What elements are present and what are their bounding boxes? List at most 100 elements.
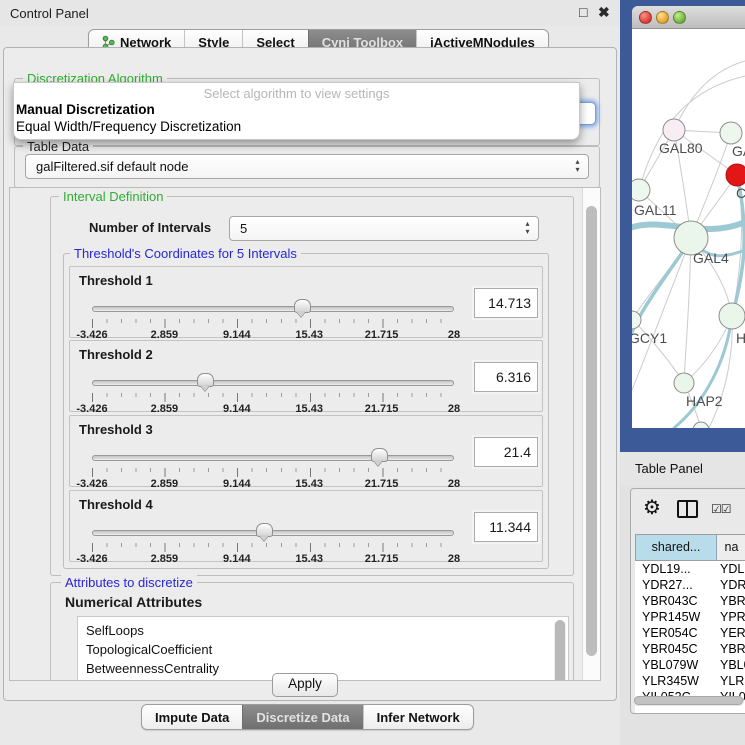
table-panel-body: ⚙ ☑☑ shared... na YDL19...YDL1 YDR27...Y… bbox=[630, 488, 745, 714]
popup-option-equal-width-frequency[interactable]: Equal Width/Frequency Discretization bbox=[16, 119, 241, 134]
table-row[interactable]: YDL19...YDL1 bbox=[635, 561, 745, 577]
table-row[interactable]: YLR345WYLR3 bbox=[635, 673, 745, 689]
number-of-intervals-value: 5 bbox=[240, 221, 247, 236]
minimize-traffic-light[interactable] bbox=[656, 11, 669, 24]
spinner-icon: ▴▾ bbox=[573, 158, 582, 174]
table-row[interactable]: YDR27...YDR2 bbox=[635, 577, 745, 593]
tick-label: 15.43 bbox=[295, 553, 323, 565]
threshold-3-value-field[interactable]: 21.4 bbox=[474, 437, 538, 467]
node-right-top[interactable] bbox=[720, 122, 742, 144]
settings-scrollbar-thumb[interactable] bbox=[586, 206, 597, 656]
panel-title: Control Panel bbox=[10, 6, 89, 21]
node-label-hap2: HAP2 bbox=[686, 393, 723, 409]
tick-label: 2.859 bbox=[151, 553, 179, 565]
apply-button[interactable]: Apply bbox=[272, 673, 338, 697]
cyni-toolbox-panel: Discretization Algorithm Select algorith… bbox=[3, 47, 617, 701]
threshold-1-value-field[interactable]: 14.713 bbox=[474, 288, 538, 318]
table-data-combobox[interactable]: galFiltered.sif default node ▴▾ bbox=[25, 154, 589, 179]
cell: YDR2 bbox=[715, 577, 745, 593]
number-of-intervals-label: Number of Intervals bbox=[89, 220, 211, 235]
checkbox-pair-icon[interactable]: ☑☑ bbox=[711, 502, 731, 516]
table-header-row: shared... na bbox=[635, 534, 745, 561]
table-row[interactable]: YBR043CYBR0 bbox=[635, 593, 745, 609]
tick-label: 21.715 bbox=[365, 553, 399, 565]
table-panel-header: Table Panel bbox=[620, 452, 745, 486]
float-window-icon[interactable]: □ bbox=[579, 4, 587, 20]
slider-thumb[interactable] bbox=[371, 448, 388, 462]
cell: YPR145W bbox=[635, 609, 715, 625]
cell: YDR27... bbox=[635, 577, 715, 593]
slider-track[interactable] bbox=[92, 380, 454, 386]
tick-label: 15.43 bbox=[295, 478, 323, 490]
close-traffic-light[interactable] bbox=[639, 11, 652, 24]
tick-label: 28 bbox=[448, 478, 460, 490]
cell: YPR1 bbox=[715, 609, 745, 625]
right-region: GAL80 GA C GAL11 GAL4 GCY1 H HAP2 Table … bbox=[620, 0, 745, 745]
table-row[interactable]: YBL079WYBL0 bbox=[635, 657, 745, 673]
threshold-2-value-field[interactable]: 6.316 bbox=[474, 362, 538, 392]
number-of-intervals-combobox[interactable]: 5 ▴▾ bbox=[229, 216, 539, 241]
table-horizontal-scrollbar-thumb[interactable] bbox=[634, 696, 743, 705]
threshold-3-slider: -3.426 2.859 9.144 15.43 21.715 28 bbox=[92, 447, 454, 485]
node-red-selected[interactable] bbox=[726, 164, 745, 186]
node-bottom-partial[interactable] bbox=[693, 422, 709, 428]
interval-definition-group: Interval Definition Number of Intervals … bbox=[50, 196, 574, 576]
tick-label: 9.144 bbox=[223, 403, 251, 415]
node-gal11[interactable] bbox=[632, 179, 650, 201]
table-row[interactable]: YER054CYER0 bbox=[635, 625, 745, 641]
network-window: GAL80 GA C GAL11 GAL4 GCY1 H HAP2 bbox=[632, 6, 745, 428]
algorithm-combobox[interactable] bbox=[578, 102, 596, 125]
network-window-titlebar[interactable] bbox=[632, 6, 745, 29]
tick-label: 21.715 bbox=[365, 403, 399, 415]
slider-thumb[interactable] bbox=[197, 373, 214, 387]
list-item[interactable]: SelfLoops bbox=[78, 617, 568, 640]
cell: YBR045C bbox=[635, 641, 715, 657]
algorithm-placeholder: Select algorithm to view settings bbox=[14, 86, 579, 101]
tick-label: -3.426 bbox=[76, 403, 107, 415]
node-gal80-neighbor-pink[interactable] bbox=[663, 119, 685, 141]
slider-ticks bbox=[92, 319, 454, 328]
node-hap2[interactable] bbox=[674, 373, 694, 393]
cell: YLR345W bbox=[635, 673, 715, 689]
cell: YDL19... bbox=[635, 561, 715, 577]
thresholds-group: Threshold's Coordinates for 5 Intervals … bbox=[63, 253, 549, 569]
thresholds-group-title: Threshold's Coordinates for 5 Intervals bbox=[70, 246, 301, 261]
threshold-4-value-field[interactable]: 11.344 bbox=[474, 512, 538, 542]
column-header-shared-name[interactable]: shared... bbox=[636, 535, 717, 560]
slider-ticks bbox=[92, 468, 454, 477]
close-icon[interactable]: ✖ bbox=[598, 4, 610, 21]
column-header-name[interactable]: na bbox=[717, 535, 745, 560]
list-scrollbar-thumb[interactable] bbox=[555, 620, 565, 681]
table-horizontal-scrollbar bbox=[633, 696, 744, 706]
network-canvas[interactable]: GAL80 GA C GAL11 GAL4 GCY1 H HAP2 bbox=[632, 28, 745, 428]
bottom-tab-bar: Impute Data Discretize Data Infer Networ… bbox=[141, 704, 474, 730]
cell: YDL1 bbox=[715, 561, 745, 577]
node-label-partial-right-top: GA bbox=[732, 143, 745, 159]
cell: YBL079W bbox=[635, 657, 715, 673]
tick-label: 2.859 bbox=[151, 478, 179, 490]
cell: YBR0 bbox=[715, 593, 745, 609]
tab-impute-data[interactable]: Impute Data bbox=[142, 705, 242, 729]
node-right-h[interactable] bbox=[719, 303, 745, 329]
tab-infer-network[interactable]: Infer Network bbox=[363, 705, 473, 729]
table-row[interactable]: YPR145WYPR1 bbox=[635, 609, 745, 625]
zoom-traffic-light[interactable] bbox=[673, 11, 686, 24]
table-panel-toolbar: ⚙ ☑☑ bbox=[631, 489, 745, 531]
slider-thumb[interactable] bbox=[294, 299, 311, 313]
split-columns-icon[interactable] bbox=[677, 500, 698, 518]
list-item[interactable]: TopologicalCoefficient bbox=[78, 640, 568, 659]
tab-discretize-data[interactable]: Discretize Data bbox=[242, 705, 362, 729]
attributes-to-discretize-group: Attributes to discretize Numerical Attri… bbox=[50, 582, 574, 681]
slider-ticks bbox=[92, 543, 454, 552]
node-label-gal80: GAL80 bbox=[659, 140, 703, 156]
slider-thumb[interactable] bbox=[256, 523, 273, 537]
slider-track[interactable] bbox=[92, 306, 454, 312]
slider-track[interactable] bbox=[92, 455, 454, 461]
network-window-frame: GAL80 GA C GAL11 GAL4 GCY1 H HAP2 bbox=[620, 0, 745, 452]
popup-option-manual-discretization[interactable]: Manual Discretization bbox=[16, 102, 155, 117]
node-label-partial-right-h: H bbox=[736, 330, 745, 346]
gear-icon[interactable]: ⚙ bbox=[643, 495, 661, 520]
table-row[interactable]: YBR045CYBR0 bbox=[635, 641, 745, 657]
tick-label: 9.144 bbox=[223, 478, 251, 490]
cell: YBL0 bbox=[715, 657, 745, 673]
